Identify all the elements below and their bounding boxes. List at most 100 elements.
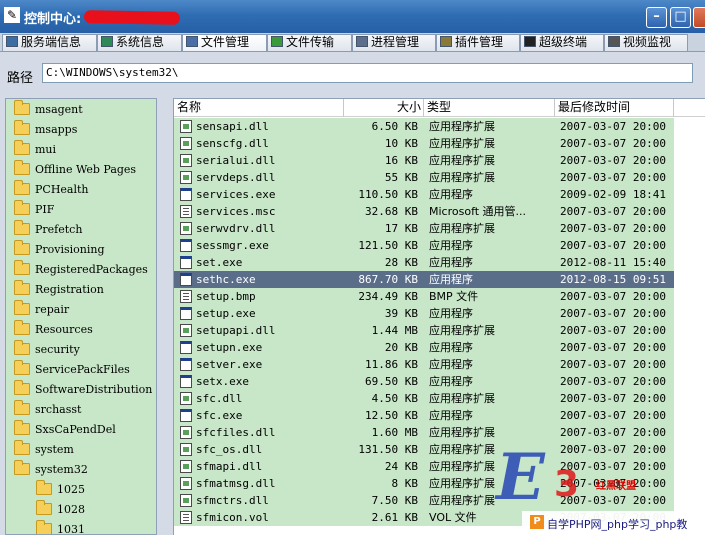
application-file-icon [180, 358, 192, 371]
file-row[interactable]: setupn.exe 20 KB 应用程序 2007-03-07 20:00 [174, 339, 674, 356]
tab-label: 进程管理 [371, 35, 420, 49]
tree-folder-item[interactable]: PIF [14, 200, 55, 219]
column-header-name[interactable]: 名称 [174, 99, 344, 117]
close-button[interactable] [693, 7, 705, 28]
tree-folder-item[interactable]: Registration [14, 280, 104, 299]
file-type: VOL 文件 [429, 511, 477, 524]
file-row[interactable]: senscfg.dll 10 KB 应用程序扩展 2007-03-07 20:00 [174, 135, 674, 152]
maximize-button[interactable]: □ [670, 7, 691, 28]
column-header-modified[interactable]: 最后修改时间 [555, 99, 674, 117]
file-row[interactable]: sfmapi.dll 24 KB 应用程序扩展 2007-03-07 20:00 [174, 458, 674, 475]
file-row[interactable]: sethc.exe 867.70 KB 应用程序 2012-08-15 09:51 [174, 271, 674, 288]
tree-folder-item[interactable]: SxsCaPendDel [14, 420, 116, 439]
file-row[interactable]: serialui.dll 16 KB 应用程序扩展 2007-03-07 20:00 [174, 152, 674, 169]
redacted-scribble [83, 10, 181, 25]
tree-folder-item[interactable]: Provisioning [14, 240, 105, 259]
tab-label: 插件管理 [455, 35, 504, 49]
file-row[interactable]: sfmatmsg.dll 8 KB 应用程序扩展 2007-03-07 20:00 [174, 475, 674, 492]
file-name: setup.bmp [196, 290, 256, 303]
file-modified: 2007-03-07 20:00 [560, 443, 666, 456]
tree-folder-item[interactable]: system32 [14, 460, 88, 479]
tree-folder-label: mui [35, 143, 57, 156]
folder-tree[interactable]: msagent msapps mui Offline Web Pages PCHealt… [5, 98, 157, 535]
file-type: 应用程序扩展 [429, 120, 495, 133]
file-row[interactable]: set.exe 28 KB 应用程序 2012-08-11 15:40 [174, 254, 674, 271]
tree-folder-item[interactable]: srchasst [14, 400, 81, 419]
tab-process-manager[interactable]: 进程管理 [352, 34, 436, 51]
file-row[interactable]: sfc.exe 12.50 KB 应用程序 2007-03-07 20:00 [174, 407, 674, 424]
system-info-icon [101, 36, 113, 47]
tree-folder-item[interactable]: system [14, 440, 74, 459]
tree-folder-item[interactable]: PCHealth [14, 180, 89, 199]
folder-icon [36, 520, 52, 534]
column-header-size[interactable]: 大小 [344, 99, 424, 117]
file-row[interactable]: setup.bmp 234.49 KB BMP 文件 2007-03-07 20:00 [174, 288, 674, 305]
tab-system-info[interactable]: 系统信息 [97, 34, 182, 51]
title-bar: ✎ 控制中心: – □ [0, 0, 705, 33]
tab-file-transfer[interactable]: 文件传输 [267, 34, 352, 51]
tree-folder-label: PIF [35, 203, 55, 216]
file-row[interactable]: services.msc 32.68 KB Microsoft 通用管... 2007… [174, 203, 674, 220]
tab-plugin-manager[interactable]: 插件管理 [436, 34, 520, 51]
tree-folder-item[interactable]: 1025 [36, 480, 85, 499]
file-type: BMP 文件 [429, 290, 479, 303]
file-row[interactable]: sfc.dll 4.50 KB 应用程序扩展 2007-03-07 20:00 [174, 390, 674, 407]
tree-folder-item[interactable]: ServicePackFiles [14, 360, 130, 379]
folder-icon [14, 400, 30, 415]
tree-folder-item[interactable]: repair [14, 300, 69, 319]
path-input[interactable]: C:\WINDOWS\system32\ [42, 63, 693, 83]
file-row[interactable]: sfmicon.vol 2.61 KB VOL 文件 2007-03-07 20:00 [174, 509, 674, 526]
file-row[interactable]: sfmctrs.dll 7.50 KB 应用程序扩展 2007-03-07 20:00 [174, 492, 674, 509]
file-row[interactable]: setupapi.dll 1.44 MB 应用程序扩展 2007-03-07 20:0… [174, 322, 674, 339]
plugin-manager-icon [440, 36, 452, 47]
extension-file-icon [180, 460, 192, 473]
tree-folder-item[interactable]: 1028 [36, 500, 85, 519]
tab-terminal[interactable]: 超级终端 [520, 34, 604, 51]
video-monitor-icon [608, 36, 620, 47]
tree-folder-item[interactable]: Resources [14, 320, 93, 339]
tree-folder-item[interactable]: Offline Web Pages [14, 160, 136, 179]
tree-folder-item[interactable]: msapps [14, 120, 77, 139]
file-type: Microsoft 通用管... [429, 205, 527, 218]
tree-folder-label: msagent [35, 103, 83, 116]
tree-folder-item[interactable]: msagent [14, 100, 83, 119]
file-size: 17 KB [384, 222, 418, 235]
tab-label: 超级终端 [539, 35, 588, 49]
file-size: 16 KB [384, 154, 418, 167]
file-type: 应用程序 [429, 375, 473, 388]
folder-icon [14, 100, 30, 115]
file-type: 应用程序 [429, 409, 473, 422]
file-row[interactable]: services.exe 110.50 KB 应用程序 2009-02-09 18:4… [174, 186, 674, 203]
file-row[interactable]: sfcfiles.dll 1.60 MB 应用程序扩展 2007-03-07 20:0… [174, 424, 674, 441]
application-file-icon [180, 375, 192, 388]
file-row[interactable]: sessmgr.exe 121.50 KB 应用程序 2007-03-07 20:00 [174, 237, 674, 254]
path-label: 路径 [7, 71, 34, 86]
tree-folder-item[interactable]: RegisteredPackages [14, 260, 148, 279]
tab-file-manager[interactable]: 文件管理 [182, 34, 267, 51]
tree-folder-item[interactable]: mui [14, 140, 57, 159]
folder-icon [14, 360, 30, 375]
extension-file-icon [180, 392, 192, 405]
tab-video-monitor[interactable]: 视频监视 [604, 34, 688, 51]
column-header-type[interactable]: 类型 [424, 99, 555, 117]
file-name: sfc.exe [196, 409, 243, 422]
folder-icon [14, 440, 30, 455]
tree-folder-label: SoftwareDistribution [35, 383, 153, 396]
tab-label: 文件传输 [286, 35, 335, 49]
file-row[interactable]: setx.exe 69.50 KB 应用程序 2007-03-07 20:00 [174, 373, 674, 390]
path-bar: 路径 C:\WINDOWS\system32\ [0, 52, 705, 94]
file-row[interactable]: sensapi.dll 6.50 KB 应用程序扩展 2007-03-07 20:00 [174, 118, 674, 135]
tree-folder-item[interactable]: security [14, 340, 80, 359]
tab-server-info[interactable]: 服务端信息 [2, 34, 97, 51]
file-row[interactable]: setver.exe 11.86 KB 应用程序 2007-03-07 20:00 [174, 356, 674, 373]
tree-folder-item[interactable]: 1031 [36, 520, 85, 534]
minimize-button[interactable]: – [646, 7, 667, 28]
file-row[interactable]: setup.exe 39 KB 应用程序 2007-03-07 20:00 [174, 305, 674, 322]
tree-folder-item[interactable]: SoftwareDistribution [14, 380, 153, 399]
file-row[interactable]: sfc_os.dll 131.50 KB 应用程序扩展 2007-03-07 20:0… [174, 441, 674, 458]
file-name: setupn.exe [196, 341, 263, 354]
file-row[interactable]: servdeps.dll 55 KB 应用程序扩展 2007-03-07 20:00 [174, 169, 674, 186]
file-modified: 2007-03-07 20:00 [560, 171, 666, 184]
file-row[interactable]: serwvdrv.dll 17 KB 应用程序扩展 2007-03-07 20:00 [174, 220, 674, 237]
tree-folder-item[interactable]: Prefetch [14, 220, 82, 239]
